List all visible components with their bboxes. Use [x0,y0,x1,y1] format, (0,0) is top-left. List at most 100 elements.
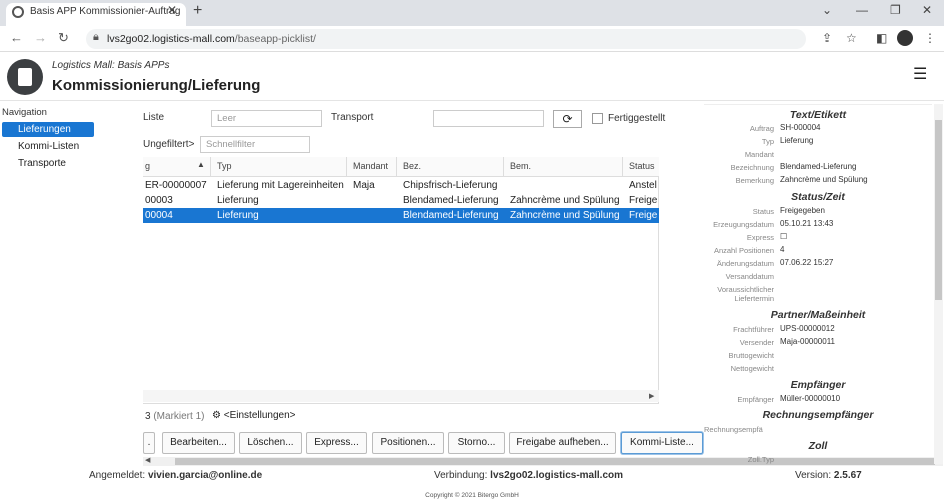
scrollbar-thumb[interactable] [935,120,942,300]
col-header-typ[interactable]: Typ [217,161,232,171]
lock-icon[interactable]: 🔒︎ [93,31,99,44]
field-label: Typ [761,137,774,146]
express-button[interactable]: Express... [306,432,367,454]
section-partner: Partner/Maßeinheit [770,309,866,321]
field-label: Bruttogewicht [728,351,774,360]
express-checkbox: ☐ [780,232,788,241]
minimize-icon[interactable]: — [856,3,868,17]
positionen-button[interactable]: Positionen... [372,432,444,454]
liste-input[interactable]: Leer [211,110,322,127]
col-separator [210,157,211,177]
cell-bez: Chipsfrisch-Lieferung [403,180,498,191]
bookmark-star-icon[interactable]: ☆ [846,31,857,45]
reload-icon[interactable]: ↻ [58,30,69,46]
truncated-button[interactable]: . [143,432,155,454]
filter-dropdown[interactable]: Ungefiltert> [143,139,194,150]
restore-icon[interactable]: ❐ [890,3,901,17]
close-window-icon[interactable]: ✕ [922,3,932,17]
cell-bem: Zahncrème und Spülung [510,195,620,206]
field-value: Müller-00000010 [780,394,841,403]
field-label: Nettogewicht [730,364,774,373]
kommi-liste-button[interactable]: Kommi-Liste... [621,432,703,454]
sidebar-icon[interactable]: ◧ [876,31,887,45]
field-label: Rechnungsempfä [704,425,763,434]
version-info: Version: 2.5.67 [795,470,862,481]
field-value: 4 [780,245,785,254]
field-label: Zoll.Typ [747,455,774,464]
field-label: Versender [739,338,774,347]
field-label: Bezeichnung [730,163,774,172]
field-label: Bemerkung [735,176,774,185]
table-horizontal-scrollbar[interactable] [143,390,659,402]
field-label: Versanddatum [725,272,774,281]
table-row[interactable]: ER-00000007 Lieferung mit Lagereinheiten… [143,178,659,193]
nav-heading: Navigation [2,107,47,118]
hamburger-menu-icon[interactable]: ☰ [913,64,927,84]
storno-button[interactable]: Storno... [448,432,505,454]
nav-item-transporte[interactable]: Transporte [2,156,94,171]
bearbeiten-button[interactable]: Bearbeiten... [162,432,235,454]
cell-bez: Blendamed-Lieferung [403,195,499,206]
section-zoll: Zoll [808,440,828,452]
table-row[interactable]: 00003 Lieferung Blendamed-Lieferung Zahn… [143,193,659,208]
field-value: Blendamed-Lieferung [780,162,857,171]
col-header-status[interactable]: Status [629,161,655,171]
cell-id: 00003 [145,195,173,206]
field-label: Anzahl Positionen [713,246,774,255]
fertiggestellt-checkbox[interactable] [592,113,603,124]
cell-status: Freige [629,210,658,221]
close-tab-icon[interactable]: ✕ [167,3,177,17]
forward-icon[interactable]: → [34,30,47,45]
field-value: 07.06.22 15:27 [780,258,834,267]
col-header-bez[interactable]: Bez. [403,161,421,171]
profile-avatar[interactable] [897,30,913,46]
share-icon[interactable]: ⇪ [822,31,832,45]
field-value: Freigegeben [780,206,825,215]
field-value: Lieferung [780,136,814,145]
settings-link[interactable]: ⚙ <Einstellungen> [212,410,295,421]
freigabe-aufheben-button[interactable]: Freigabe aufheben... [509,432,616,454]
url-text[interactable]: lvs2go02.logistics-mall.com/baseapp-pick… [107,33,316,45]
field-label: Änderungsdatum [716,259,774,268]
transport-input[interactable] [433,110,544,127]
col-header-bem[interactable]: Bem. [510,161,531,171]
quick-filter-input[interactable]: Schnellfilter [200,136,310,153]
tab-favicon-icon [12,6,24,18]
col-separator [396,157,397,177]
field-label: Empfänger [737,395,774,404]
section-empfaenger: Empfänger [790,379,846,391]
cell-typ: Lieferung [217,195,259,206]
copyright: Copyright © 2021 Bitergo GmbH [425,492,519,499]
col-header-id[interactable]: g [145,161,150,171]
loeschen-button[interactable]: Löschen... [239,432,302,454]
scroll-left-icon[interactable]: ◀ [145,456,150,464]
cell-mandant: Maja [353,180,375,191]
field-value: Maja-00000011 [780,337,836,346]
nav-item-kommi-listen[interactable]: Kommi-Listen [2,139,94,154]
cell-bem: Zahncrème und Spülung [510,210,620,221]
field-label: Status [752,207,774,216]
more-options-icon[interactable]: ⋮ [924,31,936,45]
field-value: SH-000004 [780,123,821,132]
col-separator [622,157,623,177]
refresh-button[interactable]: ⟳ [553,110,582,128]
scroll-right-icon[interactable]: ▶ [649,392,654,400]
chevron-down-icon[interactable]: ⌄ [822,3,832,17]
sort-asc-icon[interactable]: ▲ [197,160,205,169]
col-separator [503,157,504,177]
scrollbar-thumb[interactable] [175,458,935,465]
cell-status: Anstel [629,180,657,191]
cell-bez: Blendamed-Lieferung [403,210,499,221]
header-divider [0,100,944,101]
cell-typ: Lieferung mit Lagereinheiten [217,180,344,191]
page-title: Kommissionierung/Lieferung [52,77,261,94]
col-header-mandant[interactable]: Mandant [353,161,388,171]
cell-id: 00004 [145,210,173,221]
back-icon[interactable]: ← [10,30,23,45]
table-row-selected[interactable]: 00004 Lieferung Blendamed-Lieferung Zahn… [143,208,659,223]
col-separator [346,157,347,177]
new-tab-icon[interactable]: + [193,2,202,20]
nav-item-lieferungen[interactable]: Lieferungen [2,122,94,137]
section-rechnungsempfaenger: Rechnungsempfänger [762,409,874,421]
transport-label: Transport [331,112,374,123]
